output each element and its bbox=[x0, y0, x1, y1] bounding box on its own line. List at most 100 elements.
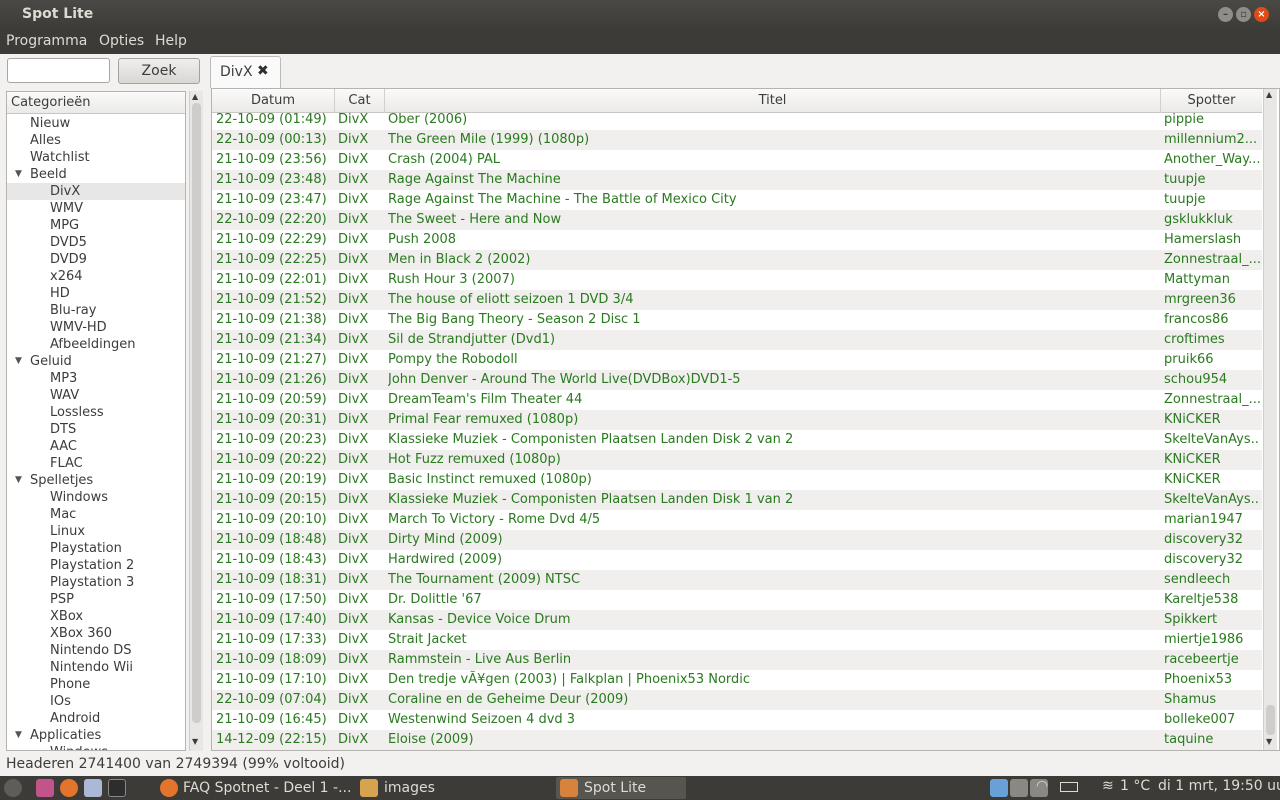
table-row[interactable]: 21-10-09 (21:34) DivX Sil de Strandjutter … bbox=[212, 330, 1262, 350]
table-row[interactable]: 21-10-09 (20:10) DivX March To Victory - R… bbox=[212, 510, 1262, 530]
table-row[interactable]: 21-10-09 (23:48) DivX Rage Against The Mac… bbox=[212, 170, 1262, 190]
category-item[interactable]: WMV-HD bbox=[7, 319, 185, 336]
category-item[interactable]: Lossless bbox=[7, 404, 185, 421]
wifi-icon[interactable]: ◠ bbox=[1036, 778, 1048, 794]
category-item[interactable]: Nintendo DS bbox=[7, 642, 185, 659]
table-row[interactable]: 21-10-09 (18:09) DivX Rammstein - Live Aus… bbox=[212, 650, 1262, 670]
table-row[interactable]: 21-10-09 (18:48) DivX Dirty Mind (2009) dis… bbox=[212, 530, 1262, 550]
scroll-up-arrow-icon[interactable]: ▲ bbox=[192, 92, 198, 101]
table-row[interactable]: 22-10-09 (01:49) DivX Ober (2006) pippie bbox=[212, 110, 1262, 130]
category-item[interactable]: WAV bbox=[7, 387, 185, 404]
table-row[interactable]: 21-10-09 (22:01) DivX Rush Hour 3 (2007) Ma… bbox=[212, 270, 1262, 290]
category-item[interactable]: ▼ Spelletjes bbox=[7, 472, 185, 489]
table-row[interactable]: 21-10-09 (23:56) DivX Crash (2004) PAL Anot… bbox=[212, 150, 1262, 170]
menu-help[interactable]: Help bbox=[155, 33, 187, 49]
pidgin-icon[interactable] bbox=[84, 779, 102, 797]
search-button[interactable]: Zoek bbox=[118, 58, 200, 84]
table-row[interactable]: 21-10-09 (17:50) DivX Dr. Dolittle '67 Kare… bbox=[212, 590, 1262, 610]
terminal-icon[interactable] bbox=[108, 779, 126, 797]
table-row[interactable]: 21-10-09 (17:40) DivX Kansas - Device Voic… bbox=[212, 610, 1262, 630]
table-row[interactable]: 22-10-09 (22:20) DivX The Sweet - Here and… bbox=[212, 210, 1262, 230]
category-item[interactable]: PSP bbox=[7, 591, 185, 608]
table-row[interactable]: 21-10-09 (20:31) DivX Primal Fear remuxed … bbox=[212, 410, 1262, 430]
scroll-thumb[interactable] bbox=[1266, 705, 1275, 735]
table-row[interactable]: 21-10-09 (18:43) DivX Hardwired (2009) disc… bbox=[212, 550, 1262, 570]
close-button[interactable]: × bbox=[1254, 7, 1269, 22]
table-row[interactable]: 21-10-09 (23:47) DivX Rage Against The Mac… bbox=[212, 190, 1262, 210]
firefox-icon[interactable] bbox=[60, 779, 78, 797]
category-tree-header[interactable]: Categorieën bbox=[7, 92, 185, 114]
category-item[interactable]: Playstation 2 bbox=[7, 557, 185, 574]
table-row[interactable]: 21-10-09 (17:10) DivX Den tredje vÃ¥gen (2… bbox=[212, 670, 1262, 690]
category-item[interactable]: ▼ Geluid bbox=[7, 353, 185, 370]
table-row[interactable]: 14-12-09 (22:15) DivX Eloise (2009) taquine bbox=[212, 730, 1262, 750]
expander-arrow-icon[interactable]: ▼ bbox=[15, 472, 22, 489]
table-row[interactable]: 21-10-09 (16:45) DivX Westenwind Seizoen 4… bbox=[212, 710, 1262, 730]
scroll-thumb[interactable] bbox=[192, 103, 201, 723]
table-row[interactable]: 21-10-09 (22:29) DivX Push 2008 Hamerslash bbox=[212, 230, 1262, 250]
category-item[interactable]: DivX bbox=[7, 183, 185, 200]
category-item[interactable]: Watchlist bbox=[7, 149, 185, 166]
expander-arrow-icon[interactable]: ▼ bbox=[15, 353, 22, 370]
close-icon[interactable]: ✖ bbox=[257, 63, 269, 79]
category-item[interactable]: DVD9 bbox=[7, 251, 185, 268]
scroll-down-arrow-icon[interactable]: ▼ bbox=[192, 737, 198, 746]
category-item[interactable]: DTS bbox=[7, 421, 185, 438]
table-row[interactable]: 21-10-09 (17:33) DivX Strait Jacket miertje… bbox=[212, 630, 1262, 650]
category-item[interactable]: DVD5 bbox=[7, 234, 185, 251]
table-row[interactable]: 21-10-09 (21:52) DivX The house of eliott … bbox=[212, 290, 1262, 310]
category-item[interactable]: ▼ Applicaties bbox=[7, 727, 185, 744]
table-row[interactable]: 21-10-09 (20:22) DivX Hot Fuzz remuxed (10… bbox=[212, 450, 1262, 470]
category-item[interactable]: Phone bbox=[7, 676, 185, 693]
scroll-down-arrow-icon[interactable]: ▼ bbox=[1266, 737, 1272, 746]
category-item[interactable]: Android bbox=[7, 710, 185, 727]
table-row[interactable]: 21-10-09 (21:38) DivX The Big Bang Theory … bbox=[212, 310, 1262, 330]
category-item[interactable]: WMV bbox=[7, 200, 185, 217]
category-item[interactable]: FLAC bbox=[7, 455, 185, 472]
weather-temp[interactable]: 1 °C bbox=[1120, 778, 1150, 794]
task-faq-spotnet[interactable]: FAQ Spotnet - Deel 1 -... bbox=[183, 777, 351, 799]
category-item[interactable]: x264 bbox=[7, 268, 185, 285]
ubuntu-menu-icon[interactable] bbox=[4, 779, 22, 797]
category-item[interactable]: MP3 bbox=[7, 370, 185, 387]
category-tree-scrollbar[interactable]: ▲ ▼ bbox=[189, 91, 203, 751]
category-item[interactable]: AAC bbox=[7, 438, 185, 455]
dropbox-icon[interactable] bbox=[990, 779, 1008, 797]
category-item[interactable]: ▼ Beeld bbox=[7, 166, 185, 183]
category-item[interactable]: Windows bbox=[7, 744, 185, 750]
task-spot-lite[interactable]: Spot Lite bbox=[556, 777, 686, 799]
category-item[interactable]: Blu-ray bbox=[7, 302, 185, 319]
search-input[interactable] bbox=[7, 58, 110, 83]
table-row[interactable]: 21-10-09 (22:25) DivX Men in Black 2 (2002… bbox=[212, 250, 1262, 270]
table-row[interactable]: 21-10-09 (18:31) DivX The Tournament (2009… bbox=[212, 570, 1262, 590]
category-item[interactable]: Playstation 3 bbox=[7, 574, 185, 591]
category-item[interactable]: Afbeeldingen bbox=[7, 336, 185, 353]
category-item[interactable]: Windows bbox=[7, 489, 185, 506]
volume-icon[interactable] bbox=[1010, 779, 1028, 797]
minimize-button[interactable]: – bbox=[1218, 7, 1233, 22]
table-row[interactable]: 21-10-09 (20:15) DivX Klassieke Muziek - C… bbox=[212, 490, 1262, 510]
table-row[interactable]: 21-10-09 (21:27) DivX Pompy the Robodoll pr… bbox=[212, 350, 1262, 370]
category-item[interactable]: Nieuw bbox=[7, 115, 185, 132]
task-images[interactable]: images bbox=[384, 777, 435, 799]
table-row[interactable]: 21-10-09 (21:26) DivX John Denver - Around… bbox=[212, 370, 1262, 390]
expander-arrow-icon[interactable]: ▼ bbox=[15, 727, 22, 744]
category-item[interactable]: Mac bbox=[7, 506, 185, 523]
menu-opties[interactable]: Opties bbox=[99, 33, 144, 49]
category-item[interactable]: Playstation bbox=[7, 540, 185, 557]
category-item[interactable]: Nintendo Wii bbox=[7, 659, 185, 676]
maximize-button[interactable]: ▫ bbox=[1236, 7, 1251, 22]
category-item[interactable]: XBox bbox=[7, 608, 185, 625]
category-item[interactable]: Alles bbox=[7, 132, 185, 149]
clock[interactable]: di 1 mrt, 19:50 uur bbox=[1158, 778, 1280, 794]
category-item[interactable]: Linux bbox=[7, 523, 185, 540]
grid-scrollbar[interactable]: ▲ ▼ bbox=[1263, 89, 1277, 750]
category-item[interactable]: XBox 360 bbox=[7, 625, 185, 642]
table-row[interactable]: 22-10-09 (00:13) DivX The Green Mile (1999… bbox=[212, 130, 1262, 150]
expander-arrow-icon[interactable]: ▼ bbox=[15, 166, 22, 183]
table-row[interactable]: 22-10-09 (07:04) DivX Coraline en de Gehei… bbox=[212, 690, 1262, 710]
menu-programma[interactable]: Programma bbox=[6, 33, 87, 49]
table-row[interactable]: 21-10-09 (20:59) DivX DreamTeam's Film The… bbox=[212, 390, 1262, 410]
category-item[interactable]: HD bbox=[7, 285, 185, 302]
tab-divx[interactable]: DivX ✖ bbox=[210, 56, 281, 88]
